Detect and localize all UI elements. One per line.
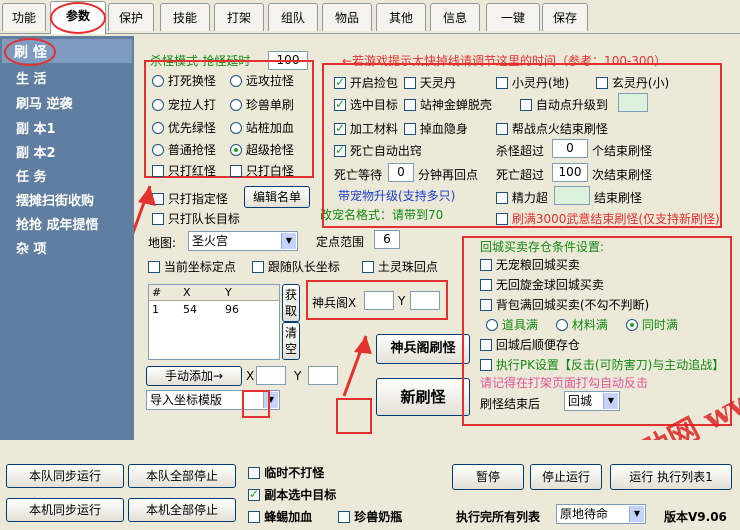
run-list-button[interactable]: 运行 执行列表1 <box>610 464 732 490</box>
nav-item-horse[interactable]: 刷马 逆袭 <box>16 93 73 112</box>
chevron-down-icon[interactable]: ▼ <box>629 506 644 522</box>
local-sync-run-button[interactable]: 本机同步运行 <box>6 498 124 522</box>
local-stop-all-button[interactable]: 本机全部停止 <box>128 498 236 522</box>
arrow-line-1 <box>134 185 152 235</box>
checkbox-icon[interactable] <box>248 487 260 501</box>
tab-onekey[interactable]: 一键 <box>486 3 540 31</box>
tab-fight[interactable]: 打架 <box>214 3 264 31</box>
opt-bee-heal[interactable]: 蜂蜴加血 <box>248 508 312 525</box>
annotation-arrows <box>134 185 372 397</box>
nav-item-dungeon1[interactable]: 副 本1 <box>16 118 56 137</box>
opt-copy-target[interactable]: 副本选中目标 <box>248 486 336 503</box>
nav-item-grab[interactable]: 抢抢 成年提悟 <box>16 214 99 233</box>
bottom-bar: 本队同步运行 本队全部停止 本机同步运行 本机全部停止 临时不打怪 副本选中目标… <box>0 440 740 530</box>
checkbox-icon[interactable] <box>248 511 260 523</box>
arrow-head-2 <box>354 336 372 354</box>
tab-save[interactable]: 保存 <box>542 3 588 31</box>
checkbox-icon[interactable] <box>338 511 350 523</box>
tab-skills[interactable]: 技能 <box>160 3 210 31</box>
version-label: 版本V9.06 <box>664 510 727 524</box>
tab-other[interactable]: 其他 <box>376 3 426 31</box>
tab-team[interactable]: 组队 <box>268 3 318 31</box>
arrow-head-1 <box>138 186 156 206</box>
nav-item-misc[interactable]: 杂 项 <box>16 238 47 257</box>
team-stop-all-button[interactable]: 本队全部停止 <box>128 464 236 488</box>
pause-button[interactable]: 暂停 <box>452 464 524 490</box>
tab-items[interactable]: 物品 <box>322 3 372 31</box>
opt-pet-milk[interactable]: 珍兽奶瓶 <box>338 508 402 525</box>
checkbox-icon[interactable] <box>248 467 260 479</box>
tab-bar: 功能 参数 保护 技能 打架 组队 物品 其他 信息 一键 保存 <box>0 0 740 34</box>
highlight-circle-params <box>50 2 106 34</box>
stop-button[interactable]: 停止运行 <box>530 464 602 490</box>
tab-info[interactable]: 信息 <box>430 3 480 31</box>
highlight-circle-nav <box>4 38 56 66</box>
tab-function[interactable]: 功能 <box>2 3 46 31</box>
nav-item-task[interactable]: 任 务 <box>16 166 47 185</box>
nav-item-life[interactable]: 生 活 <box>16 68 47 87</box>
tab-protect[interactable]: 保护 <box>108 3 154 31</box>
nav-item-dungeon2[interactable]: 副 本2 <box>16 142 56 161</box>
left-nav: 刷 怪 生 活 刷马 逆袭 副 本1 副 本2 任 务 摆摊扫街收购 抢抢 成年… <box>0 36 134 440</box>
after-list-label: 执行完所有列表 <box>456 510 541 524</box>
main-panel: 杀怪模式-抢怪延时 100 打死换怪 远攻拉怪 宠拉人打 珍兽单刷 优先绿怪 站… <box>134 36 740 513</box>
opt-temp-no-fight[interactable]: 临时不打怪 <box>248 464 324 481</box>
team-sync-run-button[interactable]: 本队同步运行 <box>6 464 124 488</box>
after-list-select[interactable]: 原地待命 ▼ <box>556 504 646 524</box>
nav-item-stall[interactable]: 摆摊扫街收购 <box>16 190 94 209</box>
